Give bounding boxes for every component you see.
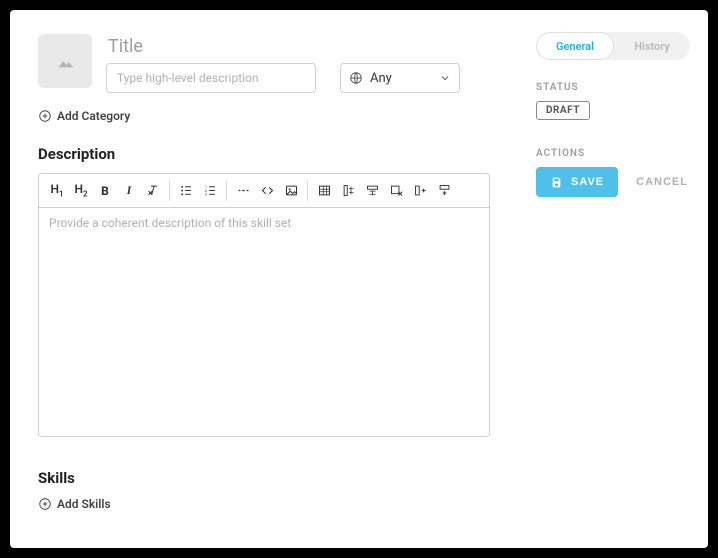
rich-text-editor: H1 H2 B I 123 [38, 173, 490, 437]
editor-textarea[interactable]: Provide a coherent description of this s… [39, 208, 489, 436]
add-skills-label: Add Skills [57, 497, 111, 511]
add-row-button[interactable] [432, 178, 456, 204]
cancel-button[interactable]: CANCEL [636, 176, 688, 188]
plus-circle-icon [38, 497, 52, 511]
plus-circle-icon [38, 109, 52, 123]
save-icon [550, 176, 563, 189]
actions-label: ACTIONS [536, 148, 690, 159]
table-button[interactable] [312, 178, 336, 204]
chevron-down-icon [439, 72, 451, 84]
save-label: SAVE [571, 176, 604, 188]
table-row-icon [365, 183, 380, 198]
italic-button[interactable]: I [117, 178, 141, 204]
add-row-icon [437, 183, 452, 198]
clear-format-button[interactable] [141, 178, 165, 204]
unordered-list-button[interactable] [174, 178, 198, 204]
table-column-button[interactable] [336, 178, 360, 204]
add-skills-button[interactable]: Add Skills [38, 497, 111, 511]
globe-icon [349, 71, 363, 85]
toolbar-separator [226, 181, 227, 201]
code-icon [260, 183, 275, 198]
description-section-title: Description [38, 145, 490, 163]
status-label: STATUS [536, 82, 690, 93]
image-icon [284, 183, 299, 198]
image-button[interactable] [279, 178, 303, 204]
table-delete-icon [389, 183, 404, 198]
heading1-button[interactable]: H1 [45, 178, 69, 204]
sidebar-tabs: General History [536, 32, 690, 60]
title-input[interactable]: Title [106, 34, 490, 57]
toolbar-separator [169, 181, 170, 201]
table-row-button[interactable] [360, 178, 384, 204]
toolbar-separator [307, 181, 308, 201]
image-placeholder[interactable] [38, 34, 92, 88]
add-category-label: Add Category [57, 109, 130, 123]
tab-general[interactable]: General [536, 32, 614, 60]
clear-format-icon [146, 183, 161, 198]
table-col-icon [341, 183, 356, 198]
tab-history[interactable]: History [614, 32, 690, 60]
status-badge: DRAFT [536, 101, 590, 120]
mountain-icon [54, 50, 76, 72]
add-category-button[interactable]: Add Category [38, 109, 130, 123]
list-ol-icon: 123 [203, 183, 218, 198]
skills-section-title: Skills [38, 469, 490, 487]
heading2-button[interactable]: H2 [69, 178, 93, 204]
hr-icon [236, 183, 251, 198]
add-col-icon [413, 183, 428, 198]
delete-table-button[interactable] [384, 178, 408, 204]
svg-text:3: 3 [204, 193, 206, 197]
scope-select[interactable]: Any [340, 63, 460, 93]
add-column-button[interactable] [408, 178, 432, 204]
table-icon [317, 183, 332, 198]
code-button[interactable] [255, 178, 279, 204]
editor-toolbar: H1 H2 B I 123 [39, 174, 489, 208]
ordered-list-button[interactable]: 123 [198, 178, 222, 204]
scope-selected-value: Any [370, 71, 392, 86]
save-button[interactable]: SAVE [536, 167, 618, 197]
horizontal-rule-button[interactable] [231, 178, 255, 204]
list-ul-icon [179, 183, 194, 198]
description-input[interactable] [106, 63, 316, 93]
bold-button[interactable]: B [93, 178, 117, 204]
